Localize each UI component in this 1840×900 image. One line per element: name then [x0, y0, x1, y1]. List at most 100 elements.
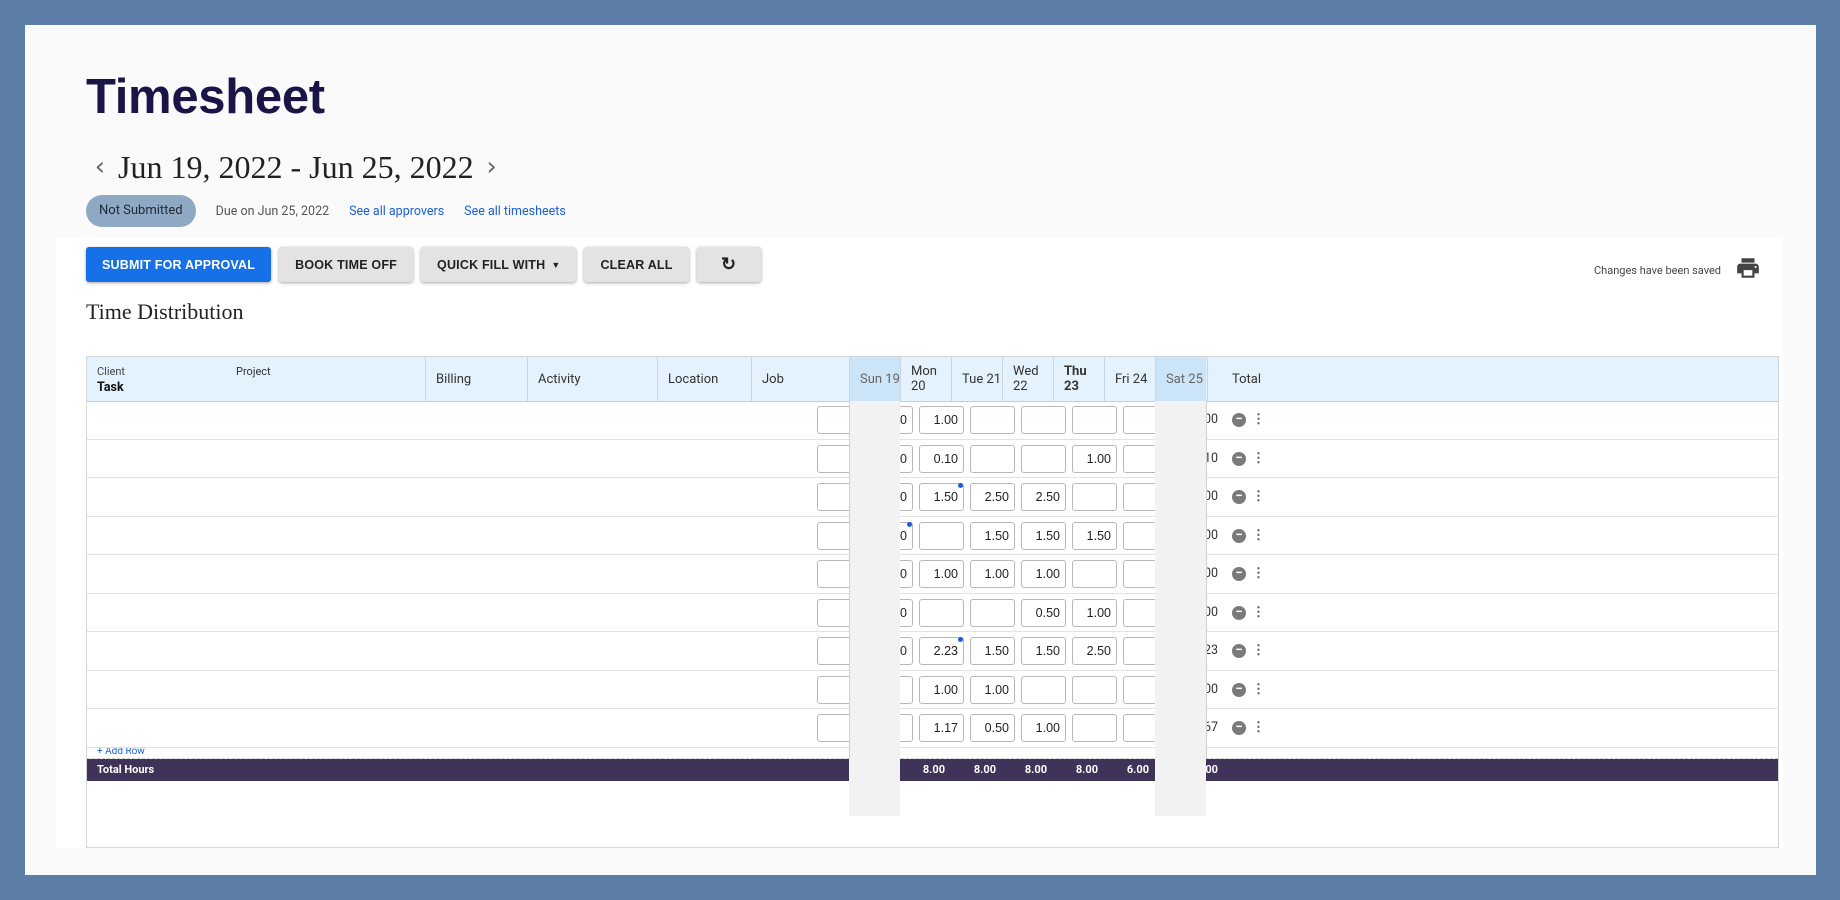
next-week-arrow-icon[interactable]: ›: [478, 152, 506, 182]
favorite-menu-caret-icon[interactable]: [358, 632, 372, 670]
row-menu-icon[interactable]: ⋮: [1252, 594, 1265, 632]
activity-select[interactable]: [499, 401, 625, 439]
job-select[interactable]: [723, 594, 819, 632]
hours-input[interactable]: [919, 444, 964, 473]
add-row-link[interactable]: + Add Row: [97, 748, 145, 757]
hours-input[interactable]: [970, 598, 1015, 627]
hours-input[interactable]: [970, 560, 1015, 588]
remove-row-icon[interactable]: −: [1232, 721, 1246, 735]
clear-all-button[interactable]: CLEAR ALL: [584, 247, 689, 282]
book-time-off-button[interactable]: BOOK TIME OFF: [279, 247, 414, 282]
hours-input[interactable]: [970, 675, 1015, 704]
remove-row-icon[interactable]: −: [1232, 528, 1246, 543]
hours-input[interactable]: [1072, 598, 1117, 627]
hours-input[interactable]: [1021, 714, 1066, 742]
hours-input[interactable]: [1021, 675, 1066, 704]
activity-select[interactable]: [499, 632, 625, 670]
hours-input[interactable]: [970, 714, 1015, 742]
favorite-menu-caret-icon[interactable]: [358, 594, 372, 632]
remove-row-icon[interactable]: −: [1232, 682, 1246, 697]
job-select[interactable]: [723, 671, 819, 709]
job-select[interactable]: [723, 478, 819, 516]
location-select[interactable]: [629, 555, 719, 593]
remove-row-icon[interactable]: −: [1232, 490, 1246, 504]
remove-row-icon[interactable]: −: [1232, 567, 1246, 581]
location-select[interactable]: [629, 401, 719, 439]
hours-input[interactable]: [1072, 560, 1117, 588]
hours-input[interactable]: [970, 444, 1015, 473]
see-all-approvers-link[interactable]: See all approvers: [349, 204, 444, 219]
hours-input[interactable]: [1021, 483, 1066, 511]
hours-input[interactable]: [919, 675, 964, 704]
job-select[interactable]: [723, 401, 819, 439]
hours-input[interactable]: [1021, 560, 1066, 588]
remove-row-icon[interactable]: −: [1232, 451, 1246, 466]
see-all-timesheets-link[interactable]: See all timesheets: [464, 204, 566, 219]
hours-input[interactable]: [919, 560, 964, 588]
job-select[interactable]: [723, 517, 819, 555]
hours-input[interactable]: [1021, 406, 1066, 434]
hours-input[interactable]: [919, 521, 964, 550]
hours-input[interactable]: [919, 483, 964, 511]
favorite-menu-caret-icon[interactable]: [358, 671, 372, 709]
favorite-menu-caret-icon[interactable]: [358, 478, 372, 516]
hours-input[interactable]: [919, 714, 964, 742]
hours-input[interactable]: [970, 521, 1015, 550]
activity-select[interactable]: [499, 440, 625, 478]
row-menu-icon[interactable]: ⋮: [1252, 478, 1265, 516]
print-icon[interactable]: [1735, 255, 1761, 281]
hours-input[interactable]: [1072, 521, 1117, 550]
job-select[interactable]: [723, 709, 819, 747]
favorite-menu-caret-icon[interactable]: [358, 517, 372, 555]
row-menu-icon[interactable]: ⋮: [1252, 555, 1265, 593]
hours-input[interactable]: [919, 637, 964, 665]
location-select[interactable]: [629, 671, 719, 709]
hours-input[interactable]: [1072, 483, 1117, 511]
location-select[interactable]: [629, 478, 719, 516]
hours-input[interactable]: [970, 483, 1015, 511]
quick-fill-button[interactable]: QUICK FILL WITH ▼: [421, 247, 577, 282]
location-select[interactable]: [629, 594, 719, 632]
row-menu-icon[interactable]: ⋮: [1252, 671, 1265, 709]
hours-input[interactable]: [1072, 406, 1117, 434]
submit-for-approval-button[interactable]: SUBMIT FOR APPROVAL: [86, 247, 272, 282]
hours-input[interactable]: [1021, 521, 1066, 550]
location-select[interactable]: [629, 709, 719, 747]
remove-row-icon[interactable]: −: [1232, 644, 1246, 658]
activity-select[interactable]: [499, 671, 625, 709]
refresh-button[interactable]: ↻: [696, 247, 761, 282]
hours-input[interactable]: [970, 637, 1015, 665]
hours-input[interactable]: [1072, 444, 1117, 473]
job-select[interactable]: [723, 555, 819, 593]
hours-input[interactable]: [1021, 637, 1066, 665]
location-select[interactable]: [629, 440, 719, 478]
row-menu-icon[interactable]: ⋮: [1252, 401, 1265, 439]
hours-input[interactable]: [1021, 444, 1066, 473]
prev-week-arrow-icon[interactable]: ‹: [86, 152, 114, 182]
row-menu-icon[interactable]: ⋮: [1252, 632, 1265, 670]
favorite-menu-caret-icon[interactable]: [358, 440, 372, 478]
row-menu-icon[interactable]: ⋮: [1252, 517, 1265, 555]
row-menu-icon[interactable]: ⋮: [1252, 709, 1265, 747]
location-select[interactable]: [629, 517, 719, 555]
remove-row-icon[interactable]: −: [1232, 605, 1246, 620]
hours-input[interactable]: [919, 406, 964, 434]
activity-select[interactable]: [499, 478, 625, 516]
hours-input[interactable]: [1021, 598, 1066, 627]
location-select[interactable]: [629, 632, 719, 670]
row-menu-icon[interactable]: ⋮: [1252, 440, 1265, 478]
hours-input[interactable]: [1072, 675, 1117, 704]
job-select[interactable]: [723, 632, 819, 670]
hours-input[interactable]: [1072, 714, 1117, 742]
activity-select[interactable]: [499, 555, 625, 593]
activity-select[interactable]: [499, 517, 625, 555]
hours-input[interactable]: [1072, 637, 1117, 665]
favorite-menu-caret-icon[interactable]: [358, 401, 372, 439]
job-select[interactable]: [723, 440, 819, 478]
favorite-menu-caret-icon[interactable]: [358, 555, 372, 593]
hours-input[interactable]: [919, 598, 964, 627]
activity-select[interactable]: [499, 709, 625, 747]
favorite-menu-caret-icon[interactable]: [358, 709, 372, 747]
remove-row-icon[interactable]: −: [1232, 413, 1246, 427]
hours-input[interactable]: [970, 406, 1015, 434]
